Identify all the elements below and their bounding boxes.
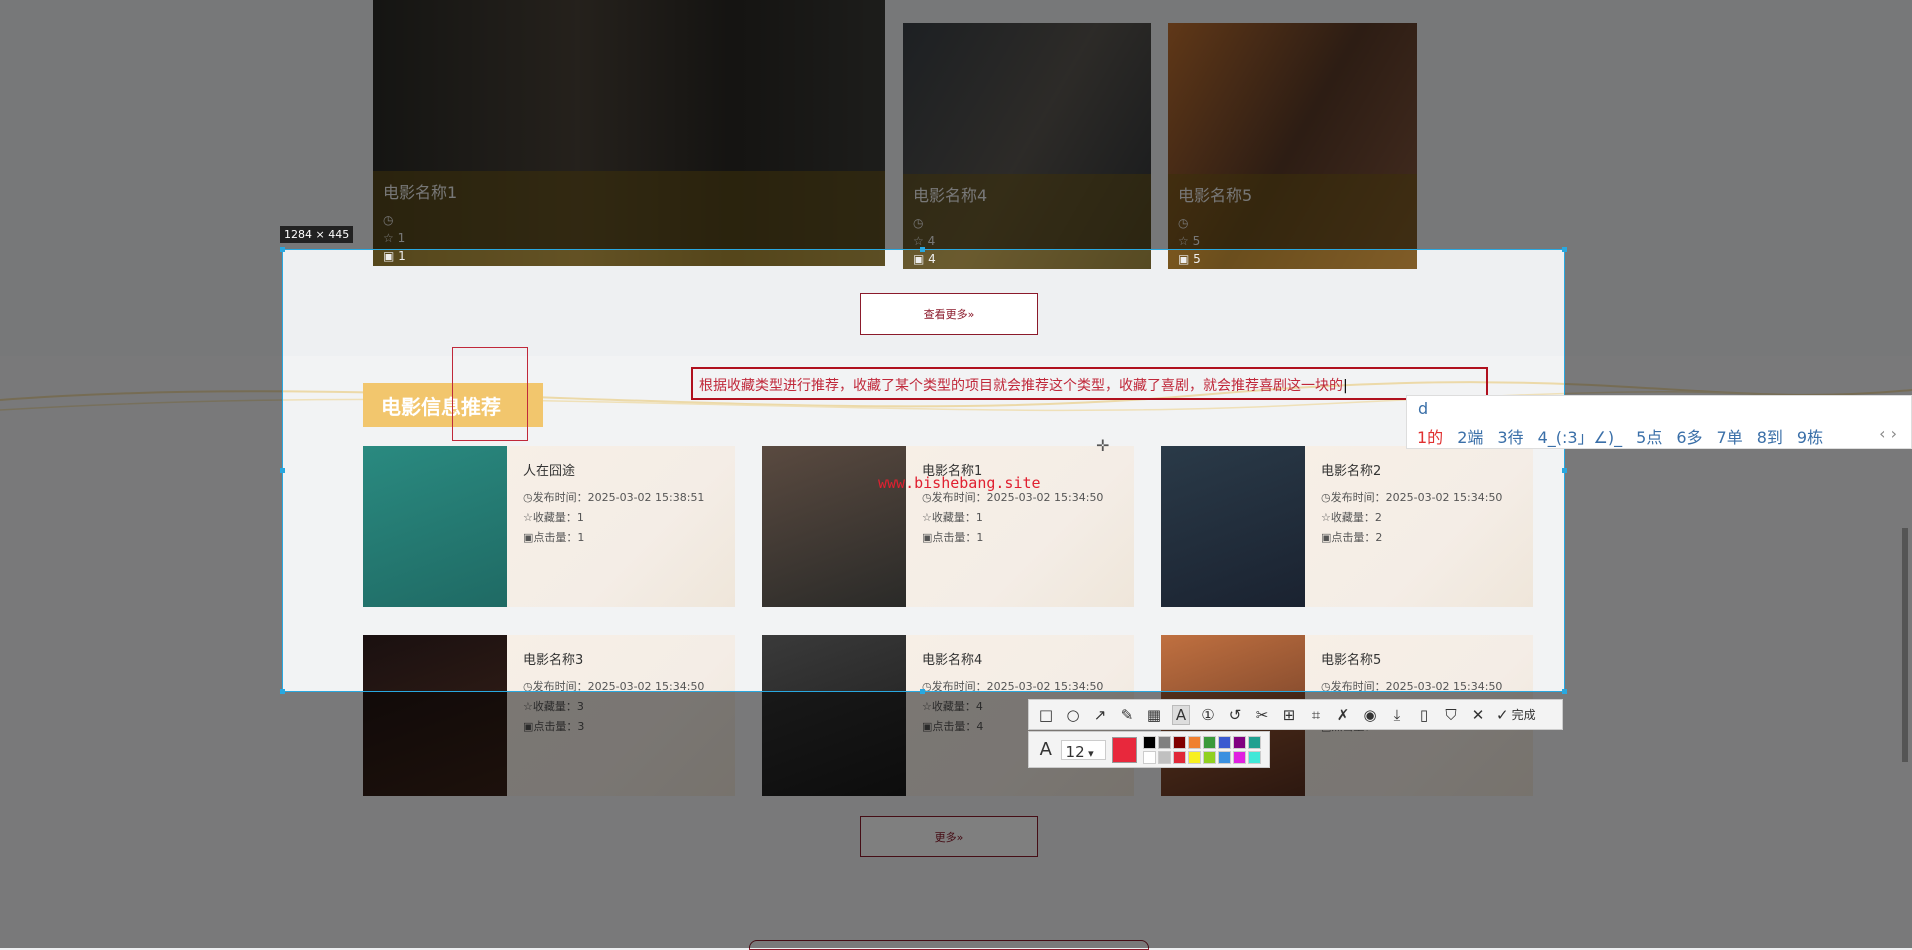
ellipse-tool-icon[interactable]: ○ [1064, 706, 1082, 724]
cut-icon[interactable]: ✂ [1253, 706, 1271, 724]
close-icon[interactable]: ✕ [1469, 706, 1487, 724]
translate-icon[interactable]: ⊞ [1280, 706, 1298, 724]
resize-handle[interactable] [280, 247, 285, 252]
scrollbar[interactable] [1902, 528, 1908, 762]
color-swatch[interactable] [1233, 735, 1246, 749]
ime-candidate[interactable]: 2端 [1457, 424, 1483, 448]
color-swatch[interactable] [1203, 735, 1216, 749]
color-swatch[interactable] [1188, 750, 1201, 764]
record-icon[interactable]: ◉ [1361, 706, 1379, 724]
ime-candidate[interactable]: 9栋 [1797, 424, 1823, 448]
annotation-text-box[interactable]: 根据收藏类型进行推荐，收藏了某个类型的项目就会推荐这个类型，收藏了喜剧，就会推荐… [691, 367, 1488, 400]
ime-candidate[interactable]: 8到 [1757, 424, 1783, 448]
ime-candidate[interactable]: 3待 [1497, 424, 1523, 448]
screenshot-toolbar: □ ○ ↗ ✎ ▦ A ① ↺ ✂ ⊞ ⌗ ✗ ◉ ⤓ ▯ ⛉ ✕ ✓ 完成 [1028, 699, 1563, 730]
ime-candidate[interactable]: 4_(:3」∠)_ [1538, 424, 1623, 448]
color-swatch[interactable] [1143, 750, 1156, 764]
done-button[interactable]: ✓ 完成 [1496, 706, 1536, 724]
color-swatch[interactable] [1248, 750, 1261, 764]
resize-handle[interactable] [1562, 468, 1567, 473]
resize-handle[interactable] [280, 689, 285, 694]
ime-candidate[interactable]: 1的 [1417, 424, 1443, 448]
color-swatch[interactable] [1248, 735, 1261, 749]
ime-candidate[interactable]: 7单 [1717, 424, 1743, 448]
annotation-rectangle[interactable] [452, 347, 528, 441]
pin-icon[interactable]: ✗ [1334, 706, 1352, 724]
arrow-tool-icon[interactable]: ↗ [1091, 706, 1109, 724]
screenshot-dim [1564, 249, 1912, 691]
resize-handle[interactable] [920, 689, 925, 694]
download-icon[interactable]: ⤓ [1388, 706, 1406, 724]
undo-icon[interactable]: ↺ [1226, 706, 1244, 724]
watermark: www.bishebang.site [878, 474, 1041, 492]
color-swatch[interactable] [1173, 750, 1186, 764]
number-tool-icon[interactable]: ① [1199, 706, 1217, 724]
ime-candidate-window: d 1的 2端 3待 4_(:3」∠)_ 5点 6多 7单 8到 9栋 ‹ › [1406, 395, 1912, 449]
text-tool-icon[interactable]: A [1172, 704, 1190, 725]
capture-selection[interactable] [282, 249, 1565, 692]
selection-size-label: 1284 × 445 [280, 226, 354, 243]
mosaic-tool-icon[interactable]: ▦ [1145, 706, 1163, 724]
check-icon: ✓ [1496, 705, 1509, 724]
color-swatch[interactable] [1233, 750, 1246, 764]
color-swatch[interactable] [1158, 750, 1171, 764]
ime-page-arrows[interactable]: ‹ › [1879, 424, 1897, 443]
font-size-select[interactable]: 12 ▾ [1060, 739, 1106, 761]
resize-handle[interactable] [920, 247, 925, 252]
text-options-bar: A 12 ▾ [1028, 731, 1270, 768]
screenshot-dim [0, 249, 282, 691]
rectangle-tool-icon[interactable]: □ [1037, 706, 1055, 724]
resize-handle[interactable] [1562, 247, 1567, 252]
color-swatch[interactable] [1188, 735, 1201, 749]
bookmark-icon[interactable]: ⛉ [1442, 706, 1460, 724]
crosshair-cursor-icon: ✛ [1096, 436, 1110, 455]
color-swatch[interactable] [1173, 735, 1186, 749]
font-icon: A [1039, 739, 1052, 760]
phone-icon[interactable]: ▯ [1415, 706, 1433, 724]
color-swatch[interactable] [1203, 750, 1216, 764]
color-swatch[interactable] [1218, 750, 1231, 764]
resize-handle[interactable] [1562, 689, 1567, 694]
ocr-icon[interactable]: ⌗ [1307, 706, 1325, 724]
resize-handle[interactable] [280, 468, 285, 473]
screenshot-dim [0, 691, 1912, 948]
ime-candidate[interactable]: 5点 [1636, 424, 1662, 448]
ime-input: d [1418, 399, 1429, 418]
color-swatch[interactable] [1218, 735, 1231, 749]
ime-candidate[interactable]: 6多 [1676, 424, 1702, 448]
color-swatch[interactable] [1158, 735, 1171, 749]
color-swatch[interactable] [1143, 735, 1156, 749]
pen-tool-icon[interactable]: ✎ [1118, 706, 1136, 724]
current-color[interactable] [1111, 736, 1137, 763]
screenshot-dim [0, 0, 1912, 249]
